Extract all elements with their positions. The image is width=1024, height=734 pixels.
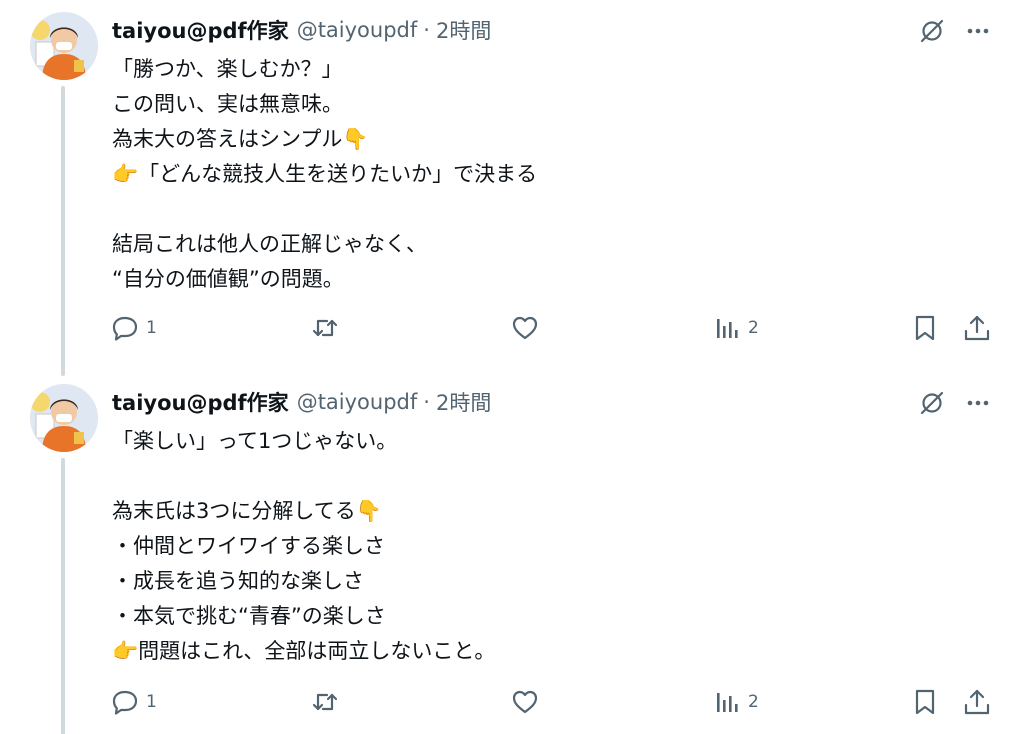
tweet-line: 「勝つか、楽しむか？」 <box>112 57 343 81</box>
reply-button[interactable]: 1 <box>110 682 157 722</box>
tweet-line: 為末氏は3つに分解してる👇 <box>112 499 382 523</box>
user-handle[interactable]: @taiyoupdf <box>297 18 418 42</box>
tweet[interactable]: taiyou@pdf作家 @taiyoupdf · 2時間 「楽しい」って1つじ… <box>0 372 1024 734</box>
timestamp[interactable]: 2時間 <box>436 387 491 417</box>
grok-icon[interactable] <box>914 14 950 48</box>
bookmark-icon <box>910 313 940 343</box>
bookmark-button[interactable] <box>910 308 940 348</box>
reply-count: 1 <box>146 692 157 712</box>
tweet-line: ・成長を追う知的な楽しさ <box>112 569 364 593</box>
retweet-icon <box>310 313 340 343</box>
tweet-line: 👉「どんな競技人生を送りたいか」で決まる <box>112 162 538 186</box>
like-icon <box>510 687 540 717</box>
tweet-line: 為末大の答えはシンプル👇 <box>112 127 369 151</box>
views-button[interactable]: 2 <box>712 682 759 722</box>
tweet-header: taiyou@pdf作家 @taiyoupdf · 2時間 <box>112 386 491 418</box>
timestamp[interactable]: 2時間 <box>436 15 491 45</box>
share-button[interactable] <box>962 308 992 348</box>
share-button[interactable] <box>962 682 992 722</box>
reply-button[interactable]: 1 <box>110 308 157 348</box>
retweet-button[interactable] <box>310 308 346 348</box>
bookmark-icon <box>910 687 940 717</box>
like-icon <box>510 313 540 343</box>
reply-icon <box>110 313 140 343</box>
views-button[interactable]: 2 <box>712 308 759 348</box>
separator: · <box>423 18 430 42</box>
tweet-header: taiyou@pdf作家 @taiyoupdf · 2時間 <box>112 14 491 46</box>
tweet[interactable]: taiyou@pdf作家 @taiyoupdf · 2時間 「勝つか、楽しむか？… <box>0 0 1024 376</box>
grok-icon[interactable] <box>914 386 950 420</box>
views-icon <box>712 313 742 343</box>
tweet-line: 👉問題はこれ、全部は両立しないこと。 <box>112 639 496 663</box>
tweet-line: ・仲間とワイワイする楽しさ <box>112 534 385 558</box>
reply-count: 1 <box>146 318 157 338</box>
tweet-line <box>112 192 537 227</box>
avatar[interactable] <box>30 12 98 80</box>
separator: · <box>423 390 430 414</box>
tweet-line: 結局これは他人の正解じゃなく、 <box>112 232 427 256</box>
tweet-line: この問い、実は無意味。 <box>112 92 343 116</box>
views-icon <box>712 687 742 717</box>
like-button[interactable] <box>510 308 546 348</box>
tweet-text: 「楽しい」って1つじゃない。 為末氏は3つに分解してる👇 ・仲間とワイワイする楽… <box>112 424 495 669</box>
user-handle[interactable]: @taiyoupdf <box>297 390 418 414</box>
share-icon <box>962 313 992 343</box>
tweet-line: ・本気で挑む“青春”の楽しさ <box>112 604 386 628</box>
tweet-line: 「楽しい」って1つじゃない。 <box>112 429 398 453</box>
more-icon[interactable] <box>960 386 996 420</box>
like-button[interactable] <box>510 682 546 722</box>
bookmark-button[interactable] <box>910 682 940 722</box>
view-count: 2 <box>748 692 759 712</box>
display-name[interactable]: taiyou@pdf作家 <box>112 387 289 417</box>
view-count: 2 <box>748 318 759 338</box>
action-bar: 1 2 <box>0 308 1024 348</box>
retweet-button[interactable] <box>310 682 346 722</box>
avatar[interactable] <box>30 384 98 452</box>
retweet-icon <box>310 687 340 717</box>
display-name[interactable]: taiyou@pdf作家 <box>112 15 289 45</box>
tweet-text: 「勝つか、楽しむか？」 この問い、実は無意味。 為末大の答えはシンプル👇 👉「ど… <box>112 52 537 297</box>
reply-icon <box>110 687 140 717</box>
tweet-line: “自分の価値観”の問題。 <box>112 267 344 291</box>
action-bar: 1 2 <box>0 682 1024 722</box>
tweet-line <box>112 459 495 494</box>
share-icon <box>962 687 992 717</box>
more-icon[interactable] <box>960 14 996 48</box>
